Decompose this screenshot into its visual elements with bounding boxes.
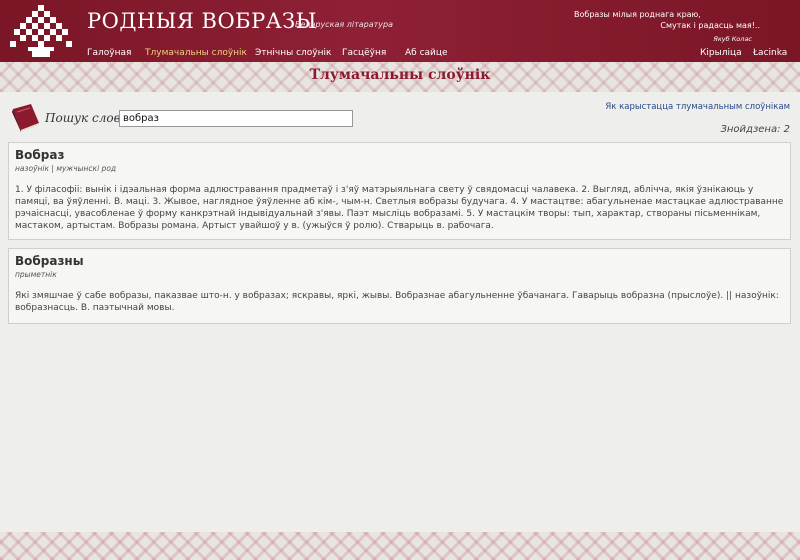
site-header: РОДНЫЯ ВОБРАЗЫ Беларуская літаратура Воб… (0, 0, 800, 62)
nav-item-explanatory-dictionary[interactable]: Тлумачальны слоўнік (145, 48, 247, 58)
nav-item-ethnic-dictionary[interactable]: Этнічны слоўнік (255, 48, 331, 58)
nav-item-about[interactable]: Аб сайце (405, 48, 448, 58)
search-input[interactable] (119, 110, 353, 127)
nav-item-guestroom[interactable]: Гасцёўня (342, 48, 386, 58)
dictionary-entry: Вобразны прыметнік Які змяшчае ў сабе во… (8, 248, 791, 324)
entry-definition: 1. У філасофіі: вынік і ідэальная форма … (15, 185, 784, 231)
nav-item-home[interactable]: Галоўная (87, 48, 131, 58)
entry-definition: Які змяшчае ў сабе вобразы, паказвае што… (15, 291, 779, 313)
entry-word: Вобразны (15, 254, 84, 268)
nav-item-latin[interactable]: Łacinka (753, 48, 787, 58)
ornament-band-bottom (0, 532, 800, 560)
header-quote: Вобразы мілыя роднага краю, Смутак і рад… (564, 9, 764, 45)
quote-line-1: Вобразы мілыя роднага краю, (574, 10, 701, 19)
entry-part-of-speech: назоўнік | мужчынскі род (15, 164, 117, 173)
site-title[interactable]: РОДНЫЯ ВОБРАЗЫ (87, 9, 317, 33)
site-subtitle: Беларуская літаратура (295, 20, 393, 29)
entry-word: Вобраз (15, 148, 65, 162)
book-icon (12, 104, 39, 132)
page-title: Тлумачальны слоўнік (309, 67, 491, 83)
entry-part-of-speech: прыметнік (15, 270, 57, 279)
nav-item-cyrillic[interactable]: Кірыліца (700, 48, 742, 58)
main-nav: Галоўная Тлумачальны слоўнік Этнічны сло… (0, 48, 800, 62)
quote-line-2: Смутак і радасць мая!.. (660, 21, 760, 30)
help-link[interactable]: Як карыстацца тлумачальным слоўнікам (605, 102, 790, 112)
dictionary-entry: Вобраз назоўнік | мужчынскі род 1. У філ… (8, 142, 791, 240)
quote-author: Якуб Колас (713, 35, 752, 43)
results-count: Знойдзена: 2 (720, 124, 790, 135)
